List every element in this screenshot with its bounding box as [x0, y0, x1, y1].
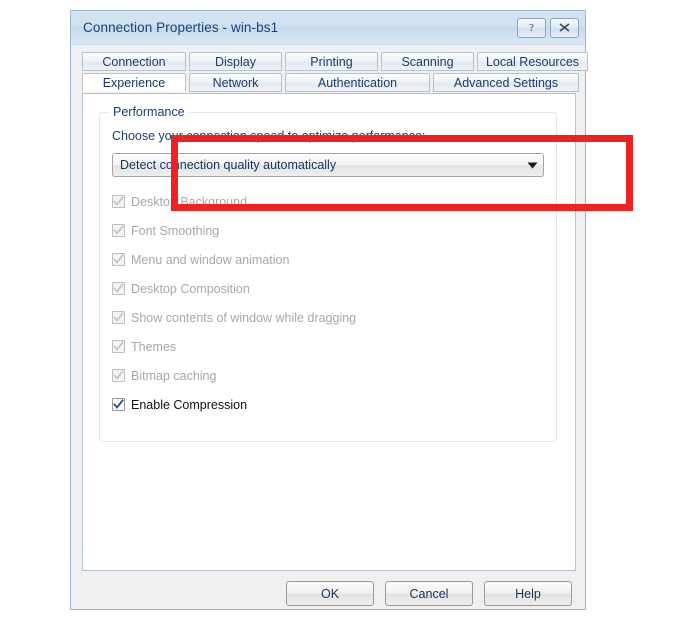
checkbox-label: Desktop Background: [131, 194, 248, 209]
checkbox-row-menu-window-animation[interactable]: Menu and window animation: [112, 249, 544, 270]
ok-button[interactable]: OK: [286, 581, 374, 606]
checkbox-row-bitmap-caching[interactable]: Bitmap caching: [112, 365, 544, 386]
performance-group: Performance Choose your connection speed…: [99, 105, 557, 442]
connection-properties-dialog: Connection Properties - win-bs1 ? Connec…: [70, 10, 633, 610]
checkbox-icon[interactable]: [112, 311, 125, 324]
checkbox-row-desktop-composition[interactable]: Desktop Composition: [112, 278, 544, 299]
help-button[interactable]: Help: [484, 581, 572, 606]
checkbox-row-show-window-contents-while-dragging[interactable]: Show contents of window while dragging: [112, 307, 544, 328]
checkbox-row-font-smoothing[interactable]: Font Smoothing: [112, 220, 544, 241]
performance-group-title: Performance: [109, 105, 189, 119]
chevron-down-icon: [521, 162, 543, 169]
svg-text:?: ?: [529, 22, 534, 34]
checkbox-icon[interactable]: [112, 224, 125, 237]
checkbox-row-themes[interactable]: Themes: [112, 336, 544, 357]
cancel-button[interactable]: Cancel: [385, 581, 473, 606]
tab-strip: Connection Display Printing Scanning Loc…: [82, 52, 588, 92]
tab-row-1: Connection Display Printing Scanning Loc…: [82, 52, 588, 71]
connection-speed-label: Choose your connection speed to optimize…: [112, 129, 426, 143]
close-icon-button[interactable]: [550, 17, 579, 38]
checkbox-label: Enable Compression: [131, 397, 248, 412]
connection-speed-value: Detect connection quality automatically: [120, 158, 337, 172]
tab-display[interactable]: Display: [189, 52, 282, 71]
tab-scanning[interactable]: Scanning: [381, 52, 474, 71]
performance-group-content: Choose your connection speed to optimize…: [112, 129, 544, 423]
tab-row-2: Experience Network Authentication Advanc…: [82, 73, 579, 92]
window-controls: ?: [517, 17, 579, 38]
connection-speed-dropdown[interactable]: Detect connection quality automatically: [112, 153, 544, 177]
tab-connection[interactable]: Connection: [82, 52, 186, 71]
tab-network[interactable]: Network: [189, 73, 282, 92]
checkbox-icon[interactable]: [112, 282, 125, 295]
tab-experience[interactable]: Experience: [82, 73, 186, 92]
help-icon-button[interactable]: ?: [517, 17, 546, 38]
tab-local-resources[interactable]: Local Resources: [477, 52, 588, 71]
experience-tab-panel: Performance Choose your connection speed…: [82, 93, 576, 571]
checkbox-icon[interactable]: [112, 398, 125, 411]
checkbox-icon[interactable]: [112, 340, 125, 353]
checkbox-row-enable-compression[interactable]: Enable Compression: [112, 394, 544, 415]
checkbox-icon[interactable]: [112, 369, 125, 382]
tab-printing[interactable]: Printing: [285, 52, 378, 71]
title-bar: Connection Properties - win-bs1 ?: [71, 11, 585, 45]
checkbox-icon[interactable]: [112, 195, 125, 208]
checkbox-icon[interactable]: [112, 253, 125, 266]
checkbox-label: Menu and window animation: [131, 252, 290, 267]
tab-authentication[interactable]: Authentication: [285, 73, 430, 92]
dialog-footer: OK Cancel Help: [71, 581, 585, 606]
checkbox-row-desktop-background[interactable]: Desktop Background: [112, 191, 544, 212]
checkbox-label: Bitmap caching: [131, 368, 217, 383]
experience-options-list: Desktop Background Font Smoothing Menu a…: [112, 191, 544, 415]
checkbox-label: Show contents of window while dragging: [131, 310, 357, 325]
checkbox-label: Desktop Composition: [131, 281, 250, 296]
window-title: Connection Properties - win-bs1: [83, 20, 279, 35]
checkbox-label: Font Smoothing: [131, 223, 220, 238]
tab-advanced-settings[interactable]: Advanced Settings: [433, 73, 579, 92]
checkbox-label: Themes: [131, 339, 177, 354]
